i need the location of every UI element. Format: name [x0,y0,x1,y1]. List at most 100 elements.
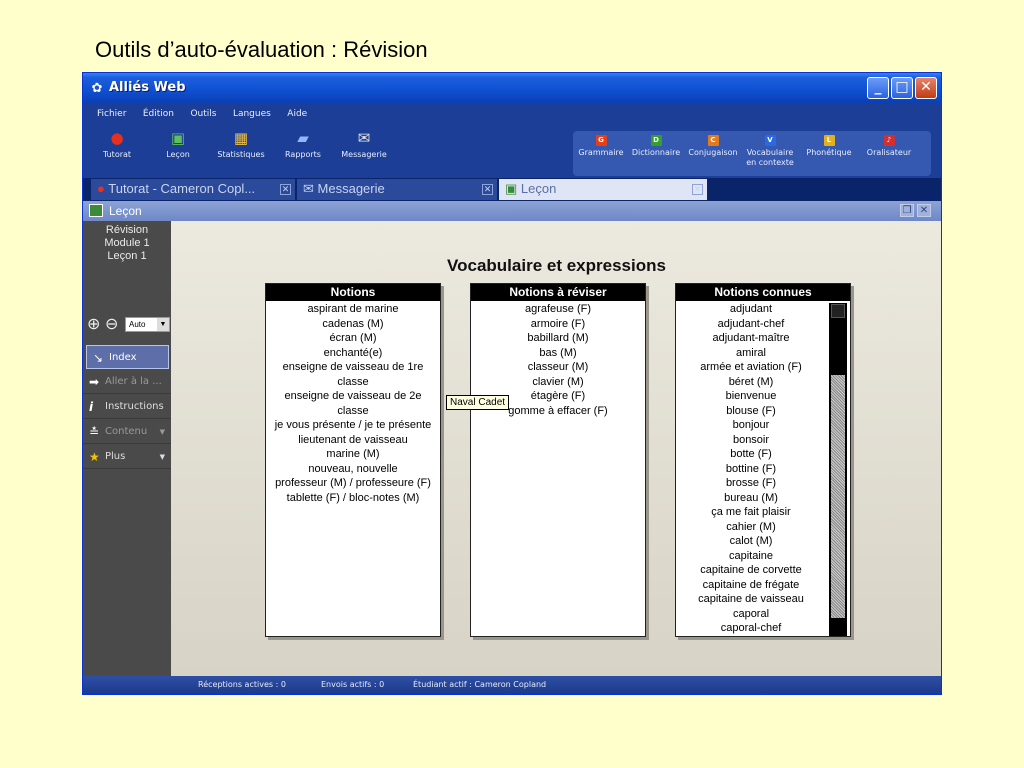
notions-a-reviser-header: Notions à réviser [471,284,645,301]
list-item[interactable]: bonsoir [679,433,823,448]
dictionnaire-button[interactable]: D Dictionnaire [629,135,683,158]
list-item[interactable]: adjudant-maître [679,331,823,346]
lecon-button[interactable]: ▣ Leçon [161,129,195,159]
zoom-select[interactable]: Auto ▼ [125,317,170,332]
list-item[interactable]: enseigne de vaisseau de 2e classe [269,389,437,418]
list-item[interactable]: caporal [679,607,823,622]
tab-lecon[interactable]: ▣ Leçon ✕ [499,179,707,200]
list-item[interactable]: nouveau, nouvelle [269,462,437,477]
scrollbar-track[interactable] [831,375,845,618]
list-item[interactable]: caporal-chef [679,621,823,636]
sidebar-item-plus[interactable]: ★ Plus ▼ [83,445,171,469]
tutorat-button[interactable]: ● Tutorat [97,129,137,159]
list-item[interactable]: tablette (F) / bloc-notes (M) [269,491,437,506]
list-item[interactable]: blouse (F) [679,404,823,419]
list-item[interactable]: capitaine [679,549,823,564]
menu-aide[interactable]: Aide [287,109,307,119]
sidebar-item-instructions[interactable]: i Instructions [83,395,171,419]
list-item[interactable]: armoire (F) [474,317,642,332]
vocabulaire-label: Vocabulaire en contexte [746,148,794,167]
list-item[interactable]: capitaine de frégate [679,578,823,593]
list-item[interactable]: cadenas (M) [269,317,437,332]
messagerie-button[interactable]: ✉ Messagerie [339,129,389,159]
menu-langues[interactable]: Langues [233,109,271,119]
list-item[interactable]: aspirant de marine [269,302,437,317]
list-item[interactable]: capitaine de vaisseau [679,592,823,607]
list-item[interactable]: bonjour [679,418,823,433]
list-item[interactable]: cahier (M) [679,520,823,535]
zoom-in-icon[interactable]: ⊕ [87,317,103,333]
dictionnaire-label: Dictionnaire [631,148,681,157]
title-bar[interactable]: ✿ Alliés Web _ □ ✕ [83,73,941,103]
list-item[interactable]: armée et aviation (F) [679,360,823,375]
menu-fichier[interactable]: Fichier [97,109,126,119]
scrollbar[interactable] [829,303,847,636]
panel-header: Leçon ❐ ✕ [83,201,941,221]
zoom-out-icon[interactable]: ⊖ [105,317,121,333]
notions-column[interactable]: Notions aspirant de marine cadenas (M) écr… [265,283,441,637]
apple-icon: ● [110,129,124,147]
list-item[interactable]: lieutenant de vaisseau [269,433,437,448]
list-item[interactable]: bas (M) [474,346,642,361]
arrow-right-icon: ➡ [89,375,100,389]
menu-outils[interactable]: Outils [190,109,216,119]
list-item[interactable]: classeur (M) [474,360,642,375]
notions-connues-column[interactable]: Notions connues adjudant adjudant-chef adj… [675,283,851,637]
list-item[interactable]: capitaine de corvette [679,563,823,578]
list-item[interactable]: marine (M) [269,447,437,462]
grammaire-button[interactable]: G Grammaire [577,135,625,158]
list-item[interactable]: adjudant [679,302,823,317]
maximize-button[interactable]: □ [891,77,913,99]
minimize-button[interactable]: _ [867,77,889,99]
sidebar: Révision Module 1 Leçon 1 ⊕ ⊖ Auto ▼ ↘ I… [83,221,171,676]
list-item[interactable]: calot (M) [679,534,823,549]
close-panel-button[interactable]: ✕ [917,204,931,217]
list-item[interactable]: adjudant-chef [679,317,823,332]
list-item[interactable]: professeur (M) / professeure (F) [269,476,437,491]
scroll-up-button[interactable] [831,304,845,318]
oralisateur-button[interactable]: ♪ Oralisateur [861,135,917,158]
breadcrumb-lecon: Leçon 1 [107,250,147,262]
list-item[interactable]: enseigne de vaisseau de 1re classe [269,360,437,389]
sidebar-item-index[interactable]: ↘ Index [86,345,169,369]
list-item[interactable]: agrafeuse (F) [474,302,642,317]
rapports-button[interactable]: ▰ Rapports [281,129,325,159]
list-item[interactable]: clavier (M) [474,375,642,390]
conjugation-icon: C [707,135,719,146]
list-item[interactable]: bienvenue [679,389,823,404]
list-item[interactable]: bottine (F) [679,462,823,477]
lesson-icon: ▣ [505,181,518,196]
phonetique-label: Phonétique [806,148,852,157]
list-item[interactable]: amiral [679,346,823,361]
status-receptions: Réceptions actives : 0 [198,680,286,689]
list-item[interactable]: brosse (F) [679,476,823,491]
dictionary-icon: D [650,135,662,146]
sidebar-item-aller[interactable]: ➡ Aller à la ... [83,370,171,394]
conjugaison-button[interactable]: C Conjugaison [687,135,739,158]
tab-tutorat[interactable]: ● Tutorat - Cameron Copl... ✕ [91,179,295,200]
vocabulaire-button[interactable]: V Vocabulaire en contexte [743,135,797,168]
phonetique-button[interactable]: L Phonétique [803,135,855,158]
mail-icon: ✉ [357,129,371,147]
sidebar-item-contenu[interactable]: ≛ Contenu ▼ [83,420,171,444]
tab-messagerie[interactable]: ✉ Messagerie ✕ [297,179,497,200]
close-tab-icon[interactable]: ✕ [482,184,493,195]
list-item[interactable]: botte (F) [679,447,823,462]
list-item[interactable]: enchanté(e) [269,346,437,361]
menu-edition[interactable]: Édition [143,109,174,119]
close-button[interactable]: ✕ [915,77,937,99]
notions-a-reviser-column[interactable]: Notions à réviser agrafeuse (F) armoire (… [470,283,646,637]
list-item[interactable]: je vous présente / je te présente [269,418,437,433]
grammaire-label: Grammaire [578,148,624,157]
close-tab-icon[interactable]: ✕ [280,184,291,195]
breadcrumb: Révision Module 1 Leçon 1 [83,224,171,263]
list-item[interactable]: ça me fait plaisir [679,505,823,520]
restore-panel-button[interactable]: ❐ [900,204,914,217]
tab-tutorat-label: Tutorat - Cameron Copl... [108,181,256,196]
list-item[interactable]: écran (M) [269,331,437,346]
list-item[interactable]: béret (M) [679,375,823,390]
close-tab-icon[interactable]: ✕ [692,184,703,195]
list-item[interactable]: babillard (M) [474,331,642,346]
statistiques-button[interactable]: ▦ Statistiques [215,129,267,159]
list-item[interactable]: bureau (M) [679,491,823,506]
